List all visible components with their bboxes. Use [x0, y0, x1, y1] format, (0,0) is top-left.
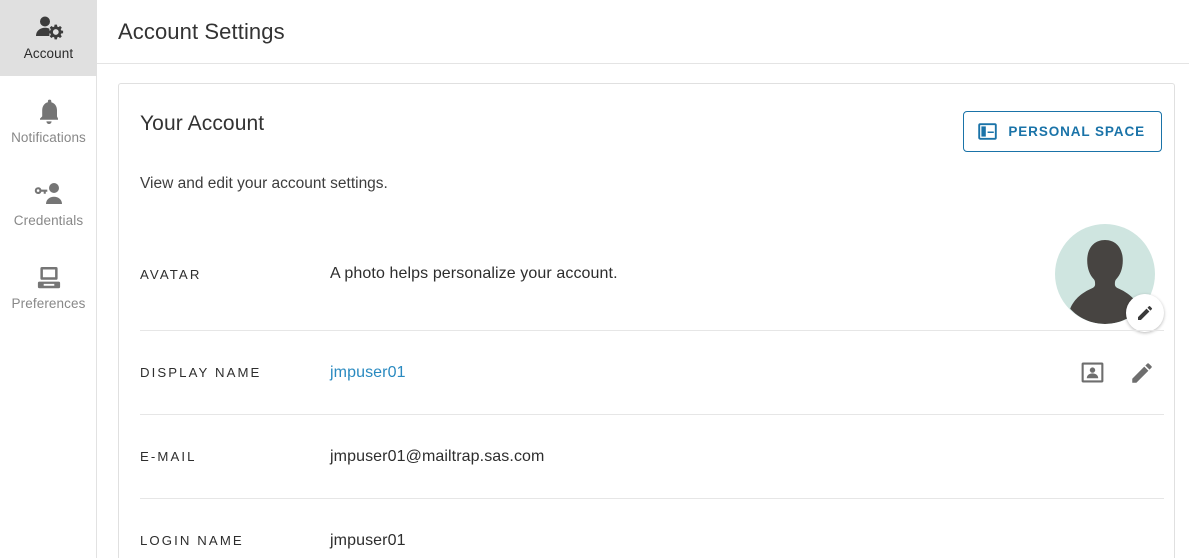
personal-space-button-label: PERSONAL SPACE	[1008, 124, 1145, 139]
field-row-display-name: DISPLAY NAME jmpuser01	[140, 330, 1164, 414]
view-profile-button[interactable]	[1080, 360, 1105, 385]
avatar	[1055, 224, 1164, 332]
field-label-login-name: LOGIN NAME	[140, 533, 244, 548]
pencil-icon	[1129, 360, 1155, 386]
sidebar-item-account[interactable]: Account	[0, 0, 97, 76]
layout-panel-icon	[978, 122, 998, 141]
page-title: Account Settings	[118, 18, 285, 44]
sidebar-item-credentials[interactable]: Credentials	[0, 167, 97, 243]
edit-display-name-button[interactable]	[1129, 360, 1155, 386]
avatar-actions	[1055, 224, 1164, 332]
personal-space-button[interactable]: PERSONAL SPACE	[963, 111, 1162, 152]
main-content: Account Settings Your Account PERSONAL S…	[97, 0, 1189, 558]
field-value-email: jmpuser01@mailtrap.sas.com	[330, 447, 545, 465]
card-header: Your Account PERSONAL SPACE	[119, 84, 1174, 152]
page-header: Account Settings	[97, 0, 1189, 64]
card-title: Your Account	[140, 112, 265, 135]
account-gear-icon	[34, 15, 64, 41]
sidebar-item-label: Account	[23, 45, 74, 61]
field-row-avatar: AVATAR A photo helps personalize your ac…	[140, 218, 1164, 332]
field-value-login-name: jmpuser01	[330, 531, 406, 549]
account-settings-page: Account Notifications Credentials Prefer…	[0, 0, 1189, 558]
field-label-avatar: AVATAR	[140, 266, 202, 282]
edit-avatar-button[interactable]	[1126, 294, 1164, 332]
display-name-actions	[1080, 360, 1164, 386]
field-label-email: E-MAIL	[140, 449, 197, 464]
sidebar: Account Notifications Credentials Prefer…	[0, 0, 97, 558]
card-subtitle: View and edit your account settings.	[140, 175, 388, 192]
field-value-display-name[interactable]: jmpuser01	[330, 364, 1080, 382]
sidebar-item-preferences[interactable]: Preferences	[0, 250, 97, 326]
content-area: Your Account PERSONAL SPACE View and edi…	[97, 64, 1189, 558]
monitor-icon	[35, 265, 63, 291]
field-value-avatar: A photo helps personalize your account.	[330, 265, 618, 282]
pencil-icon	[1136, 304, 1154, 322]
sidebar-item-label: Notifications	[11, 129, 86, 145]
field-label-display-name: DISPLAY NAME	[140, 365, 262, 380]
bell-icon	[37, 99, 61, 125]
key-person-icon	[33, 182, 65, 208]
account-fields-list: AVATAR A photo helps personalize your ac…	[119, 218, 1174, 558]
sidebar-item-label: Credentials	[13, 212, 84, 228]
contact-card-icon	[1080, 360, 1105, 385]
sidebar-item-label: Preferences	[11, 295, 86, 311]
sidebar-item-notifications[interactable]: Notifications	[0, 84, 97, 160]
field-row-login-name: LOGIN NAME jmpuser01	[140, 498, 1164, 558]
field-row-email: E-MAIL jmpuser01@mailtrap.sas.com	[140, 414, 1164, 498]
your-account-card: Your Account PERSONAL SPACE View and edi…	[118, 83, 1175, 558]
